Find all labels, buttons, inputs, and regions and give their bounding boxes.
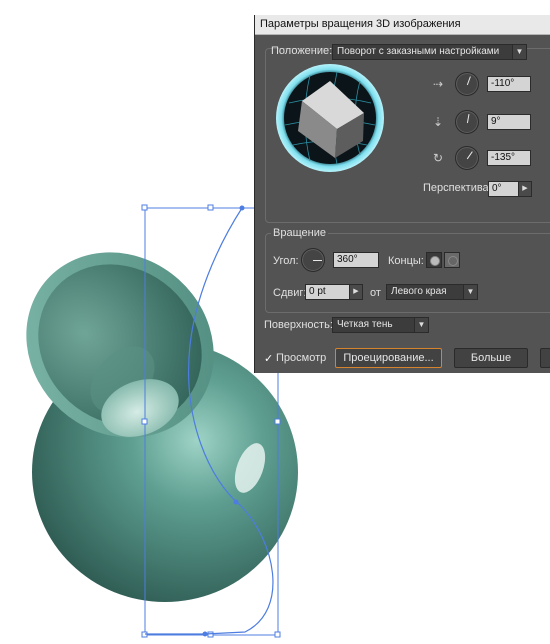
dropdown-arrow-icon: ▼	[414, 318, 428, 332]
position-label: Положение:	[271, 45, 333, 57]
ok-button-partial[interactable]	[540, 348, 550, 368]
offset-from-dropdown[interactable]: Левого края ▼	[386, 284, 478, 300]
preview-checkbox[interactable]: ✓	[264, 352, 273, 365]
offset-label: Сдвиг:	[273, 287, 307, 299]
dropdown-arrow-icon: ▼	[512, 45, 526, 59]
cap-off-icon[interactable]	[444, 252, 460, 268]
from-label: от	[370, 287, 381, 299]
perspective-label: Перспектива:	[423, 182, 492, 194]
revolve-title: Вращение	[271, 227, 328, 239]
dialog-titlebar[interactable]: Параметры вращения 3D изображения	[255, 15, 550, 35]
cap-on-icon[interactable]	[426, 252, 442, 268]
x-angle-input[interactable]: -110°	[487, 76, 531, 92]
surface-dropdown[interactable]: Четкая тень ▼	[332, 317, 429, 333]
caps-label: Концы:	[388, 255, 424, 267]
dialog-title: Параметры вращения 3D изображения	[260, 18, 461, 30]
z-axis-icon: ↻	[432, 151, 444, 165]
revolve-angle-input[interactable]: 360°	[333, 252, 379, 268]
dropdown-arrow-icon: ▼	[463, 285, 477, 299]
x-axis-icon: ⇢	[432, 77, 444, 91]
map-art-button[interactable]: Проецирование...	[335, 348, 442, 368]
3d-rotate-dialog: Параметры вращения 3D изображения Положе…	[254, 15, 550, 373]
position-preset-dropdown[interactable]: Поворот с заказными настройками ▼	[332, 44, 527, 60]
perspective-value: 0°	[492, 183, 502, 194]
rotation-trackball[interactable]	[275, 63, 385, 173]
offset-value: 0 pt	[309, 286, 326, 297]
angle-label: Угол:	[273, 255, 299, 267]
revolve-angle-dial[interactable]	[301, 248, 325, 272]
y-axis-icon: ⇣	[432, 115, 444, 129]
perspective-input[interactable]: 0° ▶	[488, 181, 532, 197]
z-angle-input[interactable]: -135°	[487, 150, 531, 166]
preview-label[interactable]: Просмотр	[276, 352, 326, 364]
y-angle-input[interactable]: 9°	[487, 114, 531, 130]
surface-label: Поверхность:	[264, 319, 333, 331]
x-angle-dial[interactable]	[455, 72, 479, 96]
revolve-group	[265, 233, 550, 313]
offset-from-value: Левого края	[391, 286, 447, 297]
perspective-arrow-icon: ▶	[518, 182, 531, 196]
more-options-button[interactable]: Больше	[454, 348, 528, 368]
y-angle-dial[interactable]	[455, 110, 479, 134]
surface-value: Четкая тень	[337, 319, 393, 330]
position-preset-value: Поворот с заказными настройками	[337, 46, 500, 57]
offset-input[interactable]: 0 pt ▶	[305, 284, 363, 300]
checkbox-icon: ✓	[264, 353, 274, 365]
z-angle-dial[interactable]	[455, 146, 479, 170]
offset-arrow-icon: ▶	[349, 285, 362, 299]
